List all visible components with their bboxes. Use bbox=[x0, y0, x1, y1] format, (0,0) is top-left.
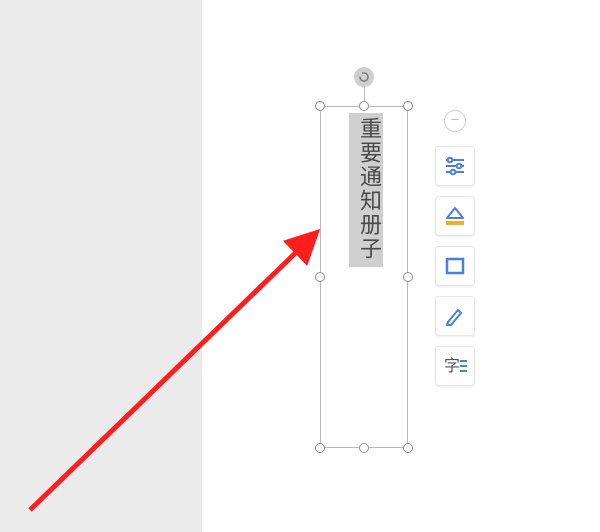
resize-handle-sw[interactable] bbox=[315, 443, 325, 453]
text-style-button[interactable]: 字 bbox=[435, 346, 475, 386]
rotate-icon bbox=[357, 70, 371, 84]
format-options-icon bbox=[443, 155, 467, 177]
resize-handle-ne[interactable] bbox=[403, 101, 413, 111]
resize-handle-se[interactable] bbox=[403, 443, 413, 453]
fill-color-button[interactable] bbox=[435, 196, 475, 236]
resize-handle-e[interactable] bbox=[403, 272, 413, 282]
text-style-icon: 字 bbox=[442, 355, 468, 377]
svg-text:字: 字 bbox=[444, 357, 460, 375]
toolbar-collapse-button[interactable]: − bbox=[444, 110, 466, 132]
outline-button[interactable] bbox=[435, 246, 475, 286]
rotate-handle[interactable] bbox=[354, 67, 374, 87]
pencil-icon bbox=[443, 305, 467, 327]
resize-handle-nw[interactable] bbox=[315, 101, 325, 111]
app-stage: 重要通知册子 − bbox=[0, 0, 600, 532]
text-box-content[interactable]: 重要通知册子 bbox=[349, 113, 383, 267]
selected-text-box[interactable]: 重要通知册子 bbox=[320, 106, 408, 448]
format-options-button[interactable] bbox=[435, 146, 475, 186]
resize-handle-n[interactable] bbox=[359, 101, 369, 111]
edit-text-button[interactable] bbox=[435, 296, 475, 336]
resize-handle-w[interactable] bbox=[315, 272, 325, 282]
canvas-gutter bbox=[0, 0, 202, 532]
resize-handle-s[interactable] bbox=[359, 443, 369, 453]
outline-icon bbox=[443, 255, 467, 277]
object-toolbar: − bbox=[432, 110, 478, 386]
fill-color-icon bbox=[443, 205, 467, 227]
